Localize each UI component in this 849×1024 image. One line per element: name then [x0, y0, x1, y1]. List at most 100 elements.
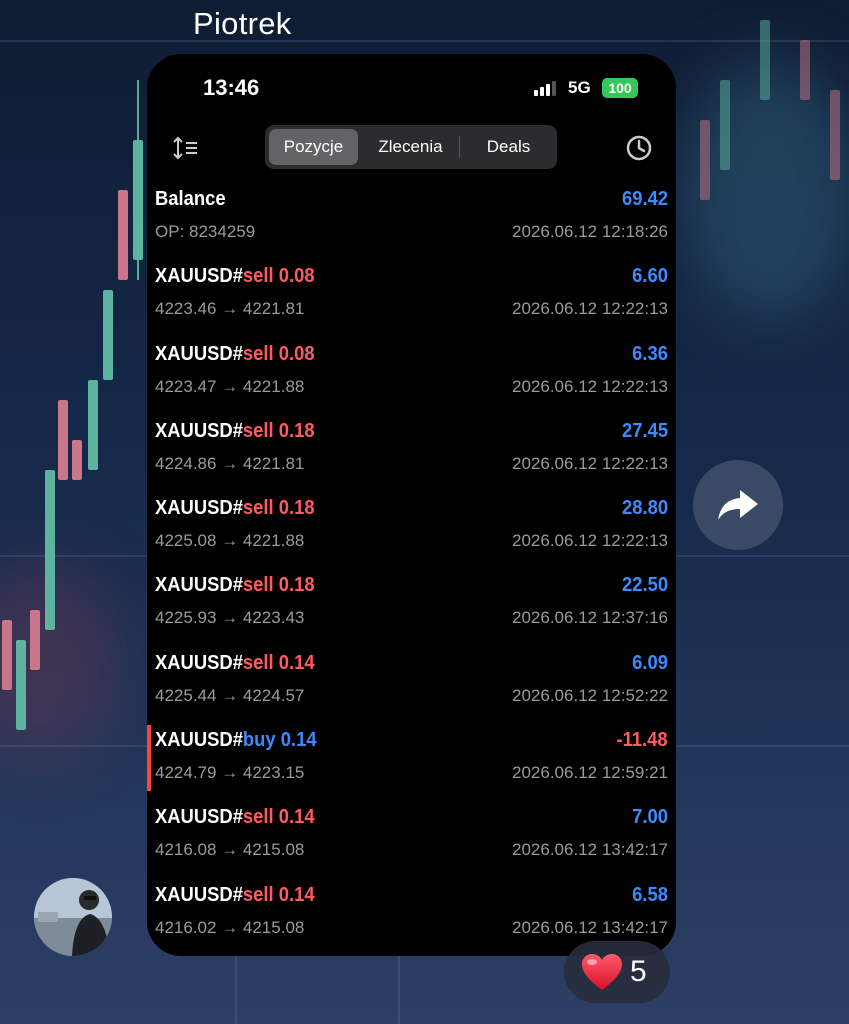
deal-title: XAUUSD#buy 0.14: [155, 729, 317, 752]
deal-prices: 4225.44 → 4224.57: [155, 685, 305, 705]
deal-row[interactable]: XAUUSD#sell 0.14 6.09 4225.44 → 4224.57 202…: [147, 642, 676, 719]
reaction-count: 5: [630, 955, 647, 988]
forward-arrow-icon: [718, 490, 758, 520]
deal-profit: 6.36: [632, 342, 668, 365]
toolbar: Pozycje Zlecenia Deals: [147, 124, 676, 176]
deal-time: 2026.06.12 12:22:13: [512, 531, 668, 551]
deal-volume: 0.14: [280, 729, 317, 752]
deal-time: 2026.06.12 12:52:22: [512, 685, 668, 705]
screenshot-phone[interactable]: 13:46 5G 100 Pozycje Zlecenia Deals Bala…: [147, 54, 676, 956]
balance-label: Balance: [155, 188, 226, 210]
deal-volume: 0.18: [278, 574, 315, 597]
deal-profit: 6.60: [632, 265, 668, 288]
segmented-control: Pozycje Zlecenia Deals: [265, 125, 557, 169]
tab-pozycje[interactable]: Pozycje: [269, 129, 358, 165]
deal-volume: 0.14: [278, 651, 315, 674]
deal-time: 2026.06.12 12:59:21: [512, 763, 668, 783]
deal-prices: 4223.46 → 4221.81: [155, 299, 305, 319]
deal-title: XAUUSD#sell 0.18: [155, 420, 315, 443]
deal-time: 2026.06.12 13:42:17: [512, 917, 668, 937]
deal-row[interactable]: XAUUSD#sell 0.08 6.36 4223.47 → 4221.88 202…: [147, 333, 676, 410]
deal-symbol: XAUUSD#: [155, 342, 243, 365]
deal-direction: buy: [242, 729, 276, 752]
deal-time: 2026.06.12 12:22:13: [512, 453, 668, 473]
deal-profit: 7.00: [632, 806, 668, 829]
deal-prices: 4216.08 → 4215.08: [155, 840, 305, 860]
deal-title: XAUUSD#sell 0.18: [155, 574, 315, 597]
deal-prices: 4225.08 → 4221.88: [155, 531, 305, 551]
deal-profit: -11.48: [616, 729, 668, 752]
deal-volume: 0.18: [278, 497, 315, 520]
balance-time: 2026.06.12 12:18:26: [512, 222, 668, 241]
deal-direction: sell: [242, 883, 274, 906]
balance-amount: 69.42: [621, 188, 668, 210]
deal-row[interactable]: XAUUSD#sell 0.14 7.00 4216.08 → 4215.08 202…: [147, 796, 676, 873]
deal-prices: 4225.93 → 4223.43: [155, 608, 305, 628]
deal-time: 2026.06.12 13:42:17: [512, 840, 668, 860]
deal-profit: 27.45: [621, 419, 668, 442]
deal-direction: sell: [242, 806, 274, 829]
deal-prices: 4224.79 → 4223.15: [155, 763, 305, 783]
network-label: 5G: [568, 78, 591, 97]
deal-volume: 0.18: [278, 419, 315, 442]
deal-time: 2026.06.12 12:22:13: [512, 299, 668, 319]
deal-direction: sell: [242, 265, 274, 288]
deal-symbol: XAUUSD#: [155, 729, 243, 752]
status-bar: 13:46 5G 100: [147, 54, 676, 124]
deal-time: 2026.06.12 12:37:16: [512, 608, 668, 628]
deal-profit: 6.58: [632, 883, 668, 906]
deal-prices: 4216.02 → 4215.08: [155, 917, 305, 937]
deal-direction: sell: [242, 497, 274, 520]
deal-row[interactable]: XAUUSD#buy 0.14 -11.48 4224.79 → 4223.15 20…: [147, 719, 676, 796]
sort-icon[interactable]: [171, 133, 201, 163]
deal-direction: sell: [242, 574, 274, 597]
tab-zlecenia[interactable]: Zlecenia: [366, 129, 455, 165]
deal-title: XAUUSD#sell 0.08: [155, 265, 315, 288]
deal-prices: 4223.47 → 4221.88: [155, 376, 305, 396]
deal-title: XAUUSD#sell 0.14: [155, 884, 315, 907]
balance-row[interactable]: Balance 69.42 OP: 8234259 2026.06.12 12:…: [147, 178, 676, 255]
deal-volume: 0.08: [278, 265, 315, 288]
clock-icon[interactable]: [624, 133, 654, 163]
deal-direction: sell: [242, 342, 274, 365]
deal-symbol: XAUUSD#: [155, 651, 243, 674]
balance-op: OP: 8234259: [155, 222, 256, 241]
tab-divider: [459, 136, 460, 158]
deal-profit: 28.80: [621, 497, 668, 520]
heart-icon: [582, 954, 622, 990]
deal-row[interactable]: XAUUSD#sell 0.18 27.45 4224.86 → 4221.81 20…: [147, 410, 676, 487]
sender-avatar[interactable]: [34, 878, 112, 956]
status-time: 13:46: [203, 75, 260, 100]
sender-name[interactable]: Piotrek: [193, 6, 292, 42]
deal-volume: 0.14: [278, 806, 315, 829]
deal-row[interactable]: XAUUSD#sell 0.18 22.50 4225.93 → 4223.43 20…: [147, 564, 676, 641]
deal-symbol: XAUUSD#: [155, 806, 243, 829]
deal-volume: 0.08: [278, 342, 315, 365]
deal-title: XAUUSD#sell 0.14: [155, 652, 315, 675]
deal-row[interactable]: XAUUSD#sell 0.18 28.80 4225.08 → 4221.88 20…: [147, 487, 676, 564]
battery-icon: 100: [602, 78, 638, 98]
deal-profit: 22.50: [621, 574, 668, 597]
deal-direction: sell: [242, 651, 274, 674]
deal-symbol: XAUUSD#: [155, 419, 243, 442]
forward-button[interactable]: [693, 460, 783, 550]
deal-title: XAUUSD#sell 0.08: [155, 343, 315, 366]
tab-deals[interactable]: Deals: [464, 129, 553, 165]
deal-volume: 0.14: [278, 883, 315, 906]
deal-symbol: XAUUSD#: [155, 265, 243, 288]
deal-row[interactable]: XAUUSD#sell 0.08 6.60 4223.46 → 4221.81 202…: [147, 255, 676, 332]
buy-marker: [147, 725, 151, 792]
deal-symbol: XAUUSD#: [155, 497, 243, 520]
deal-prices: 4224.86 → 4221.81: [155, 453, 305, 473]
signal-icon: [534, 81, 556, 96]
deal-time: 2026.06.12 12:22:13: [512, 376, 668, 396]
deal-symbol: XAUUSD#: [155, 574, 243, 597]
deals-list: Balance 69.42 OP: 8234259 2026.06.12 12:…: [147, 178, 676, 951]
reaction-badge[interactable]: 5: [564, 941, 670, 1003]
deal-row[interactable]: XAUUSD#sell 0.14 6.58 4216.02 → 4215.08 202…: [147, 874, 676, 951]
deal-title: XAUUSD#sell 0.14: [155, 806, 315, 829]
deal-title: XAUUSD#sell 0.18: [155, 497, 315, 520]
deal-symbol: XAUUSD#: [155, 883, 243, 906]
deal-profit: 6.09: [632, 651, 668, 674]
deal-direction: sell: [242, 419, 274, 442]
